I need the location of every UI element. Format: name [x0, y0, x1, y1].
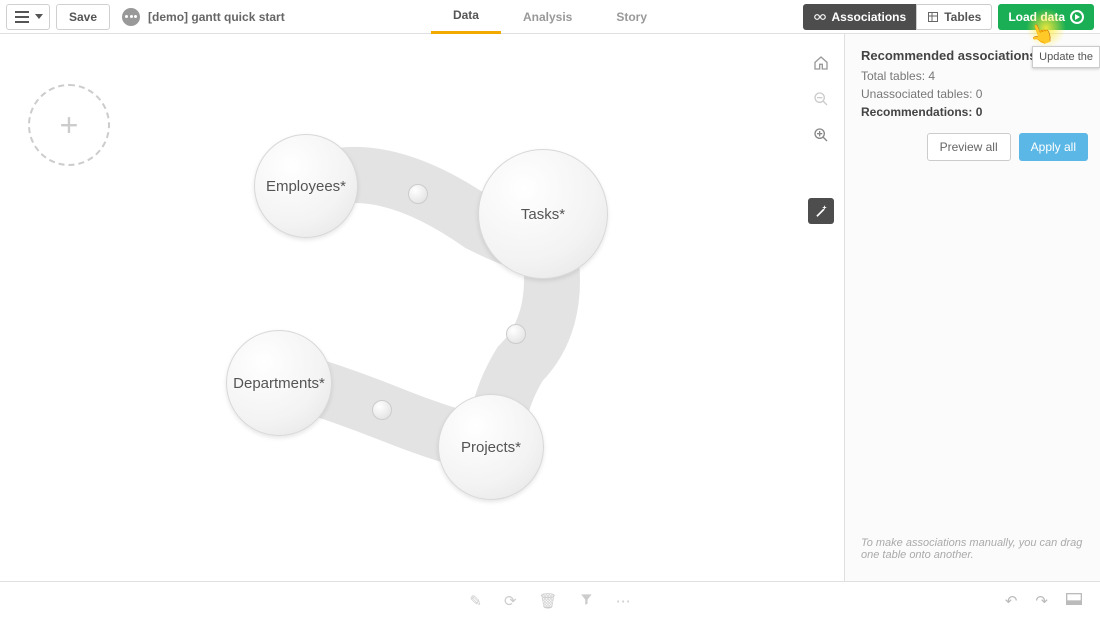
panel-toggle-icon[interactable]	[1066, 592, 1082, 610]
main-area: + Employees* Tasks* Departments* Project…	[0, 34, 1100, 581]
magic-wand-icon[interactable]	[808, 198, 834, 224]
associations-canvas[interactable]: + Employees* Tasks* Departments* Project…	[0, 34, 844, 581]
bottom-right-tools: ↶ ↷	[1005, 592, 1100, 610]
table-bubble-tasks[interactable]: Tasks*	[478, 149, 608, 279]
total-tables-row: Total tables: 4	[845, 67, 1100, 85]
connection-lines	[0, 34, 844, 581]
associations-label: Associations	[832, 10, 907, 24]
tables-label: Tables	[944, 10, 981, 24]
recommendations-row: Recommendations: 0	[845, 103, 1100, 121]
undo-icon[interactable]: ↶	[1005, 592, 1018, 610]
delete-icon[interactable]: 🗑	[539, 592, 558, 610]
filter-icon[interactable]	[580, 592, 594, 610]
unassociated-tables-row: Unassociated tables: 0	[845, 85, 1100, 103]
tables-button[interactable]: Tables	[916, 4, 992, 30]
zoom-out-icon[interactable]	[808, 86, 834, 112]
table-bubble-departments[interactable]: Departments*	[226, 330, 332, 436]
right-buttons: Associations Tables Load data	[803, 4, 1095, 30]
plus-icon: +	[60, 107, 79, 144]
bubble-label: Departments*	[233, 375, 325, 392]
bubble-label: Tasks*	[521, 206, 565, 223]
table-bubble-projects[interactable]: Projects*	[438, 394, 544, 500]
refresh-icon[interactable]: ⟳	[504, 592, 517, 610]
tables-icon	[927, 11, 939, 23]
app-icon	[122, 8, 140, 26]
play-icon	[1070, 10, 1084, 24]
top-bar: Save [demo] gantt quick start Data Analy…	[0, 0, 1100, 34]
associations-icon	[813, 10, 827, 24]
load-data-tooltip: Update the	[1032, 46, 1100, 68]
bottom-center-tools: ✎ ⟳ 🗑 ⋯	[469, 592, 630, 610]
load-data-label: Load data	[1008, 10, 1065, 24]
hamburger-icon	[15, 11, 29, 23]
save-button[interactable]: Save	[56, 4, 110, 30]
bubble-label: Employees*	[266, 178, 346, 195]
recommendations-panel: ✕ Recommended associations Total tables:…	[844, 34, 1100, 581]
association-dot[interactable]	[408, 184, 428, 204]
redo-icon[interactable]: ↷	[1035, 592, 1048, 610]
bubble-label: Projects*	[461, 439, 521, 456]
tab-analysis[interactable]: Analysis	[501, 0, 594, 34]
center-tabs: Data Analysis Story	[431, 0, 669, 34]
load-data-button[interactable]: Load data	[998, 4, 1094, 30]
caret-down-icon	[35, 14, 43, 19]
edit-icon[interactable]: ✎	[469, 592, 482, 610]
app-title: [demo] gantt quick start	[148, 10, 285, 24]
more-icon[interactable]: ⋯	[616, 592, 631, 610]
associations-button[interactable]: Associations	[803, 4, 917, 30]
bottom-bar: ✎ ⟳ 🗑 ⋯ ↶ ↷	[0, 581, 1100, 619]
panel-actions: Preview all Apply all	[845, 121, 1100, 173]
apply-all-button[interactable]: Apply all	[1019, 133, 1088, 161]
table-bubble-employees[interactable]: Employees*	[254, 134, 358, 238]
canvas-tools	[808, 50, 834, 224]
zoom-in-icon[interactable]	[808, 122, 834, 148]
preview-all-button[interactable]: Preview all	[927, 133, 1011, 161]
tab-data[interactable]: Data	[431, 0, 501, 34]
menu-button[interactable]	[6, 4, 50, 30]
add-table-button[interactable]: +	[28, 84, 110, 166]
tab-story[interactable]: Story	[594, 0, 669, 34]
association-dot[interactable]	[372, 400, 392, 420]
association-dot[interactable]	[506, 324, 526, 344]
home-icon[interactable]	[808, 50, 834, 76]
panel-hint: To make associations manually, you can d…	[845, 537, 1100, 581]
